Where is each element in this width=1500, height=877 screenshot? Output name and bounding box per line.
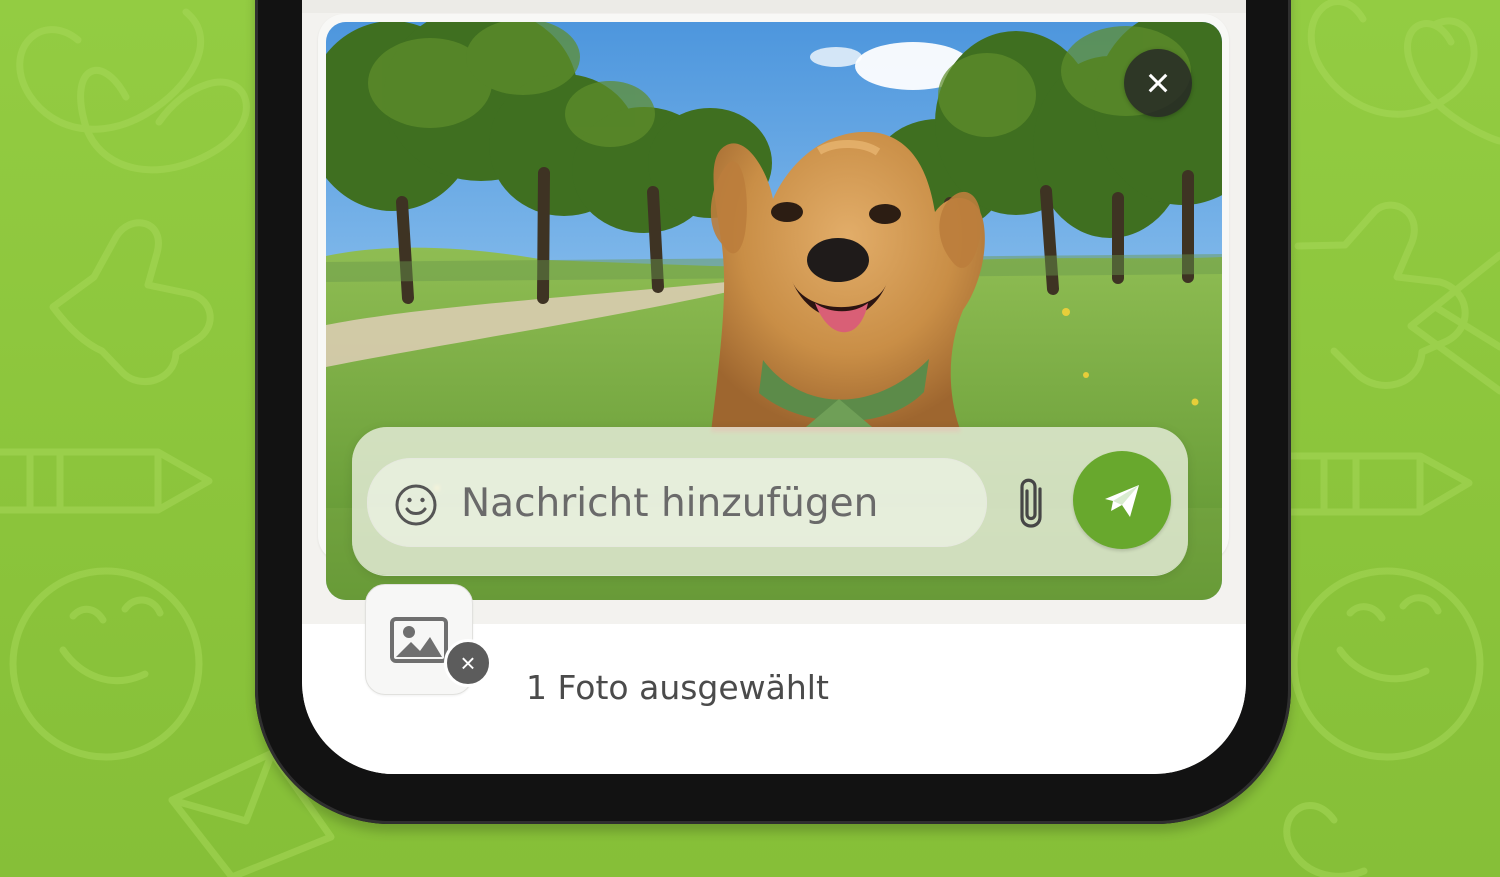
smiley-icon — [1290, 567, 1484, 761]
heart-icon — [16, 8, 205, 133]
pencil-icon — [0, 448, 213, 514]
thumbs-up-icon — [49, 219, 214, 385]
heart-icon — [1307, 0, 1478, 118]
selection-count-label: 1 Foto ausgewählt — [526, 668, 829, 707]
paperclip-icon[interactable] — [1011, 473, 1051, 537]
remove-selected-photo-button[interactable]: × — [444, 639, 492, 687]
envelope-icon — [1407, 251, 1500, 395]
thumbs-up-icon — [1294, 201, 1469, 389]
heart-icon — [77, 66, 250, 174]
screen-top-strip — [302, 0, 1246, 13]
pencil-icon — [1286, 452, 1473, 516]
smiley-icon — [9, 567, 203, 761]
message-field[interactable] — [367, 458, 987, 547]
image-icon — [390, 616, 448, 663]
close-preview-button[interactable]: × — [1124, 49, 1192, 117]
send-button[interactable] — [1073, 451, 1171, 549]
smiley-icon[interactable] — [393, 482, 439, 528]
phone-screen: × Nachricht hinzufügen × 1 Foto ausgewäh… — [302, 0, 1246, 774]
message-input[interactable] — [461, 468, 961, 538]
paper-plane-icon — [1105, 485, 1139, 517]
message-composer — [352, 427, 1188, 575]
heart-icon — [1283, 802, 1368, 877]
heart-icon — [1404, 20, 1500, 145]
